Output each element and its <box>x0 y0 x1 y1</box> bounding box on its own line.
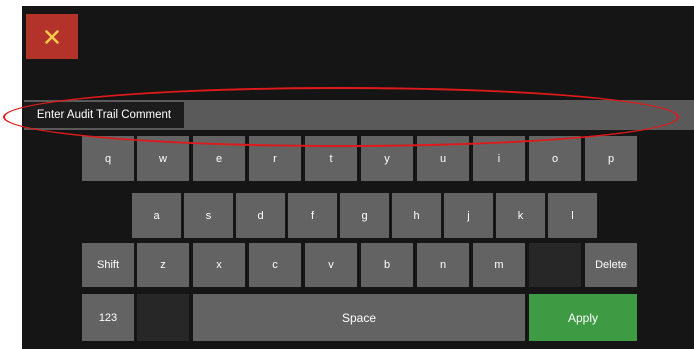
key-e[interactable]: e <box>193 136 245 181</box>
key-i[interactable]: i <box>473 136 525 181</box>
key-c[interactable]: c <box>249 243 301 287</box>
key-a[interactable]: a <box>132 193 181 238</box>
comment-label: Enter Audit Trail Comment <box>24 102 184 128</box>
key-x[interactable]: x <box>193 243 245 287</box>
key-g[interactable]: g <box>340 193 389 238</box>
audit-comment-screen: Enter Audit Trail Comment q w e r t y u … <box>22 6 694 349</box>
key-v[interactable]: v <box>305 243 357 287</box>
key-t[interactable]: t <box>305 136 357 181</box>
key-j[interactable]: j <box>444 193 493 238</box>
close-icon <box>45 29 59 44</box>
key-m[interactable]: m <box>473 243 525 287</box>
key-h[interactable]: h <box>392 193 441 238</box>
delete-key[interactable]: Delete <box>585 243 637 287</box>
key-w[interactable]: w <box>137 136 189 181</box>
key-q[interactable]: q <box>82 136 134 181</box>
key-d[interactable]: d <box>236 193 285 238</box>
key-n[interactable]: n <box>417 243 469 287</box>
key-b[interactable]: b <box>361 243 413 287</box>
space-key[interactable]: Space <box>193 294 525 341</box>
key-s[interactable]: s <box>184 193 233 238</box>
numbers-key[interactable]: 123 <box>82 294 134 341</box>
comment-input[interactable] <box>186 102 692 128</box>
close-button[interactable] <box>26 14 78 59</box>
blank-key <box>529 243 581 287</box>
blank-key <box>137 294 189 341</box>
key-z[interactable]: z <box>137 243 189 287</box>
key-f[interactable]: f <box>288 193 337 238</box>
apply-button[interactable]: Apply <box>529 294 637 341</box>
key-r[interactable]: r <box>249 136 301 181</box>
key-k[interactable]: k <box>496 193 545 238</box>
key-y[interactable]: y <box>361 136 413 181</box>
key-l[interactable]: l <box>548 193 597 238</box>
key-u[interactable]: u <box>417 136 469 181</box>
key-o[interactable]: o <box>529 136 581 181</box>
key-p[interactable]: p <box>585 136 637 181</box>
shift-key[interactable]: Shift <box>82 243 134 287</box>
